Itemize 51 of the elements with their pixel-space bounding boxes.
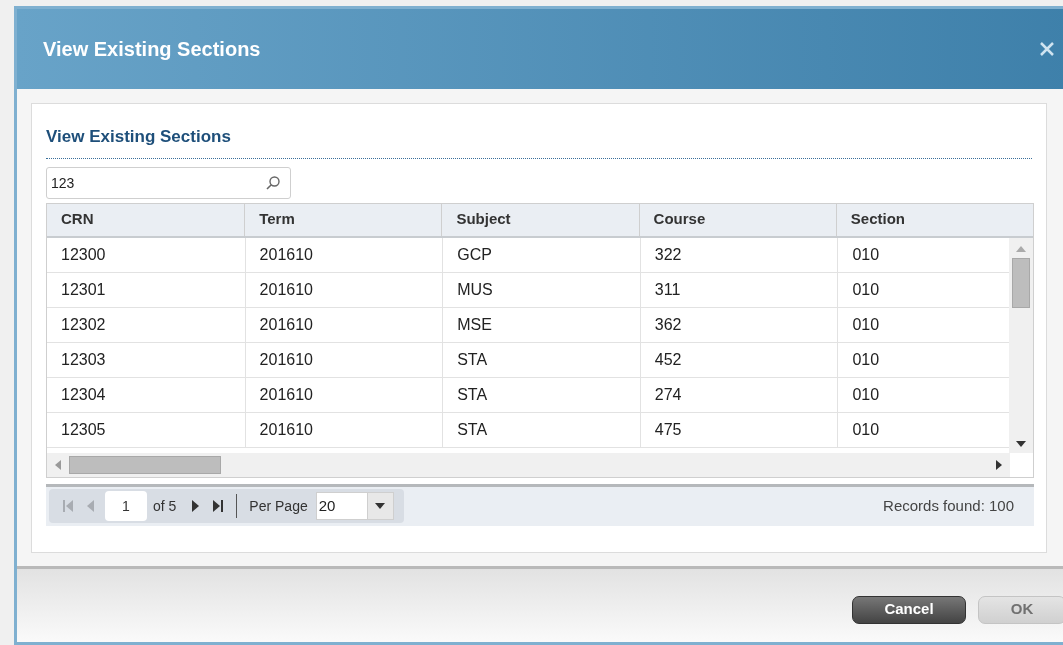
table-cell: 201610 [244,342,443,377]
scroll-thumb[interactable] [1012,257,1030,308]
table-cell: MSE [442,307,640,342]
first-page-icon [61,499,75,513]
scroll-up-icon [1016,245,1026,252]
page-count: of 5 [153,496,177,516]
vertical-scrollbar[interactable] [1009,237,1033,453]
column-header[interactable]: CRN [47,203,245,236]
table-cell: 274 [639,377,838,412]
scroll-down-icon [1016,440,1026,447]
table-cell: 322 [639,237,838,272]
scroll-left-icon [55,459,61,470]
per-page-label: Per Page [249,496,308,516]
caret-icon [375,503,386,509]
horizontal-scrollbar[interactable] [47,452,1010,477]
table-cell: 362 [639,307,838,342]
table-cell-text: 12305 [60,419,107,440]
search-icon [265,174,281,191]
table-cell: STA [442,342,640,377]
section-heading: View Existing Sections [46,127,231,146]
table-cell: STA [442,377,640,412]
table-cell-text: 12301 [60,279,107,300]
records-count: Records found: 100 [883,495,1014,516]
column-header[interactable]: Term [244,203,442,236]
table-cell: 201610 [244,307,443,342]
cancel-button[interactable]: Cancel [852,595,966,624]
table-cell: GCP [442,237,640,272]
table-cell-text: 12303 [60,349,107,370]
search-field[interactable]: 123 [46,166,291,199]
per-page-select[interactable]: 20 [315,492,394,520]
column-header[interactable]: Course [638,203,836,236]
table-cell-text: 12302 [60,314,107,335]
table-cell: 311 [639,272,838,307]
table-cell: 201610 [244,272,443,307]
table-cell: STA [442,412,640,447]
table-cell: MUS [442,272,640,307]
column-header[interactable]: Subject [441,203,639,236]
scroll-thumb[interactable] [69,455,221,474]
table-cell-text: 12304 [60,384,107,405]
close-icon [1039,41,1055,57]
table-cell: 201610 [244,237,443,272]
window-title: View Existing Sections [43,37,261,62]
table-cell: 452 [639,342,838,377]
table-cell: 201610 [244,412,443,447]
table-cell-text: 12300 [60,244,107,265]
table-cell: 475 [639,412,838,447]
scroll-right-icon [996,459,1002,470]
page-number-field[interactable]: 1 [105,491,147,521]
table-cell: 201610 [244,377,443,412]
last-page-icon [210,499,224,513]
column-header[interactable]: Section [835,203,1033,236]
